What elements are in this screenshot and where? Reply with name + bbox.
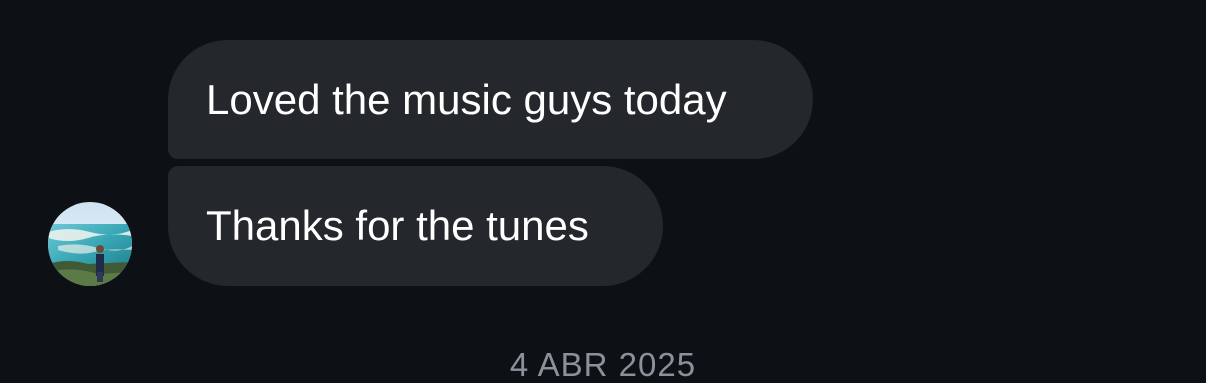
- message-thread: Loved the music guys today Thanks for th…: [0, 0, 1206, 383]
- message-bubble[interactable]: Thanks for the tunes: [168, 166, 663, 286]
- date-separator: 4 ABR 2025: [509, 346, 697, 383]
- message-text: Thanks for the tunes: [206, 202, 589, 249]
- message-bubble[interactable]: Loved the music guys today: [168, 40, 813, 159]
- message-text: Loved the music guys today: [206, 75, 727, 123]
- avatar-image: [48, 202, 132, 286]
- avatar[interactable]: [48, 202, 132, 286]
